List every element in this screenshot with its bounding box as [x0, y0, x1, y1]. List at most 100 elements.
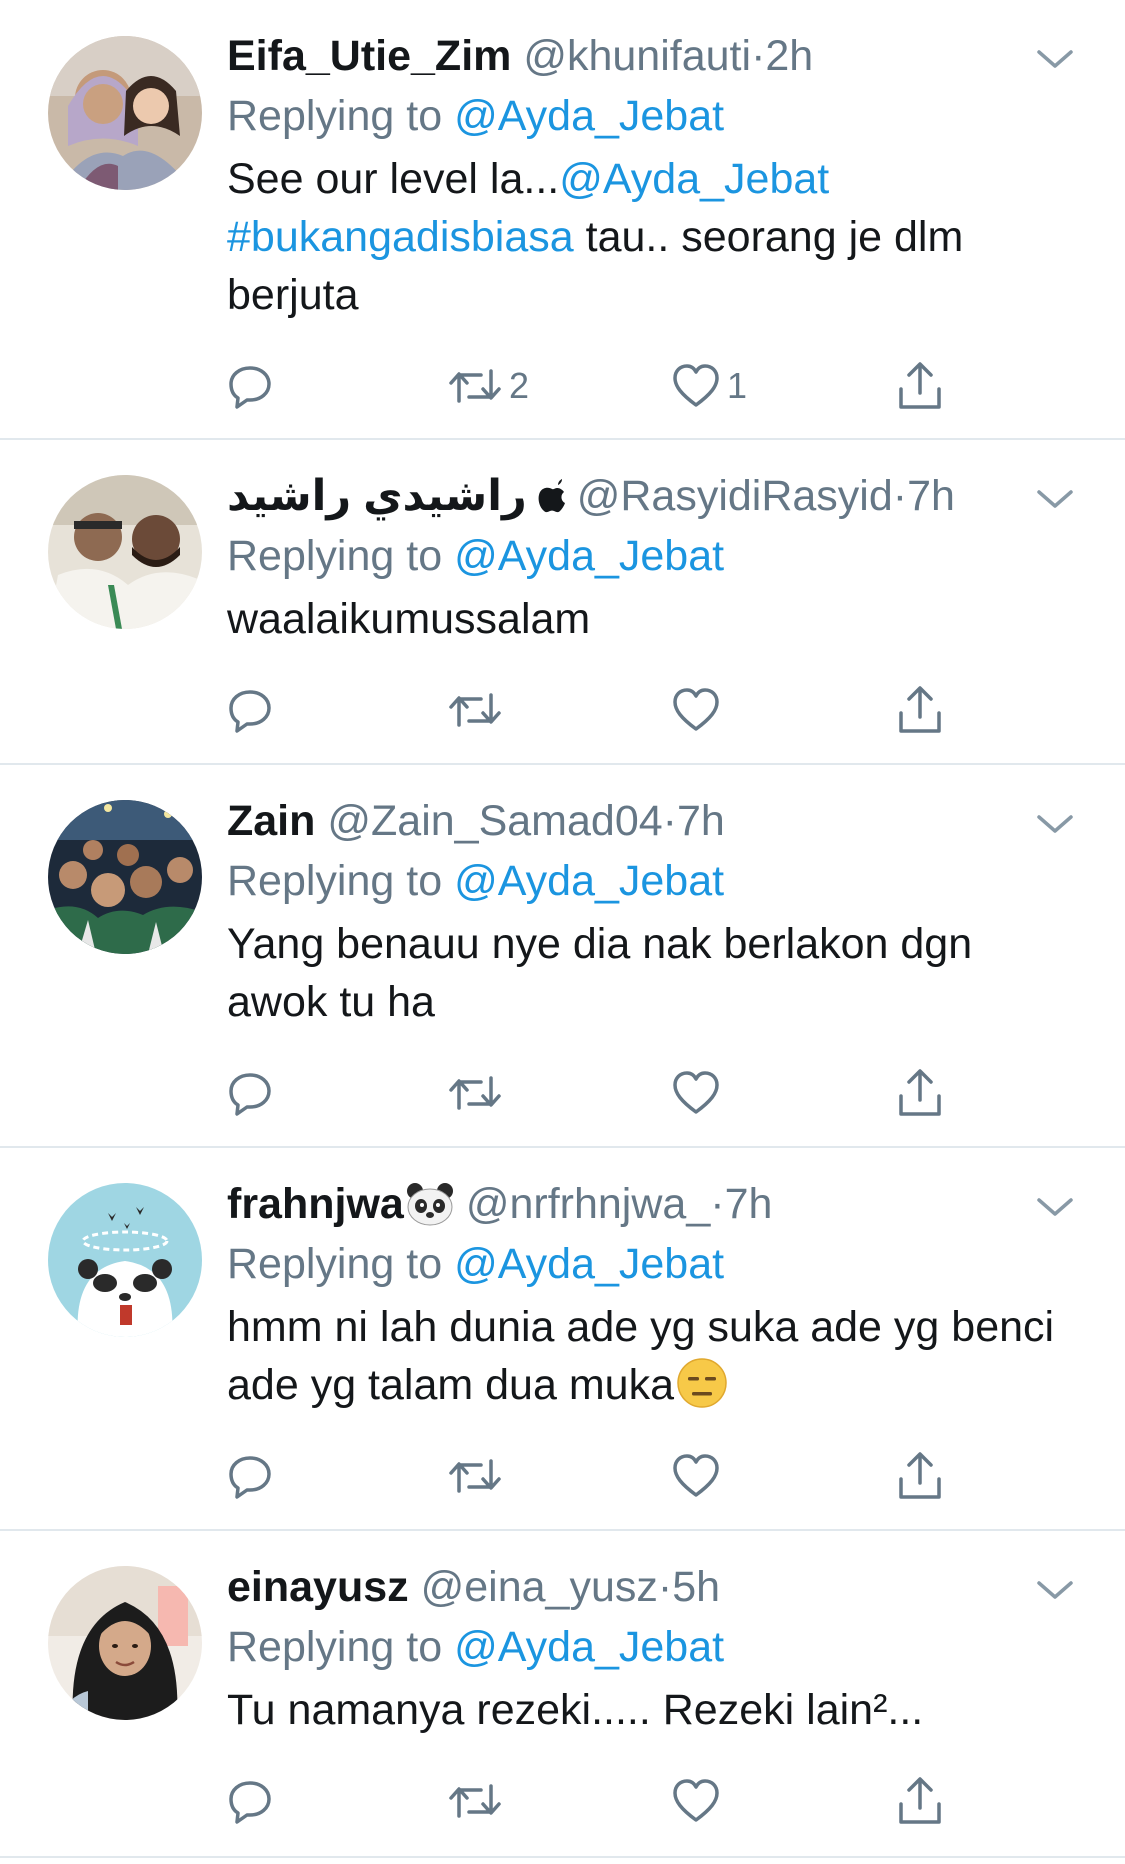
share-icon — [899, 1452, 941, 1499]
tweet-actions — [225, 1771, 985, 1831]
replying-to-mention[interactable]: @Ayda_Jebat — [454, 1240, 724, 1288]
tweet-content: راشيدي راشيد @RasyidiRasyid·7h Replying t… — [227, 466, 1065, 648]
reply-icon — [229, 1073, 271, 1116]
tweet-item[interactable]: Eifa_Utie_Zim @khunifauti·2h Replying to… — [0, 0, 1125, 440]
retweet-button[interactable] — [447, 1771, 509, 1831]
retweet-icon — [449, 693, 501, 727]
replying-to-line: Replying to @Ayda_Jebat — [227, 86, 1065, 146]
timestamp[interactable]: 7h — [677, 797, 725, 845]
replying-to-line: Replying to @Ayda_Jebat — [227, 526, 1065, 586]
reply-button[interactable] — [225, 356, 275, 416]
tweet-text: See our level la...@Ayda_Jebat #bukangad… — [227, 150, 1065, 324]
tweet-actions — [225, 1446, 985, 1506]
hashtag-link[interactable]: #bukangadisbiasa — [227, 213, 574, 261]
reply-button[interactable] — [225, 680, 275, 740]
tweet-content: Zain @Zain_Samad04·7h Replying to @Ayda_… — [227, 791, 1065, 1031]
tweet-header: einayusz @eina_yusz·5h — [227, 1557, 1065, 1617]
apple-icon — [538, 479, 565, 513]
timestamp[interactable]: 7h — [725, 1180, 773, 1228]
separator-dot: · — [892, 472, 908, 520]
avatar[interactable] — [48, 475, 202, 629]
expressionless-face-emoji — [677, 1358, 727, 1408]
avatar[interactable] — [48, 36, 202, 190]
tweet-text-part: Tu namanya rezeki..... Rezeki lain²... — [227, 1686, 924, 1734]
timestamp[interactable]: 2h — [765, 32, 813, 80]
like-button[interactable] — [671, 1771, 727, 1831]
share-icon — [899, 1069, 941, 1116]
display-name[interactable]: Zain — [227, 797, 315, 845]
replying-to-label: Replying to — [227, 1240, 443, 1288]
like-button[interactable]: 1 — [671, 356, 747, 416]
share-button[interactable] — [895, 1771, 945, 1831]
like-icon — [673, 1454, 719, 1497]
separator-dot: · — [710, 1180, 725, 1228]
timestamp[interactable]: 5h — [672, 1563, 720, 1611]
mention-link[interactable]: @Ayda_Jebat — [559, 155, 829, 203]
tweet-actions — [225, 1063, 985, 1123]
user-handle[interactable]: @nrfrhnjwa_ — [466, 1180, 710, 1228]
reply-button[interactable] — [225, 1063, 275, 1123]
retweet-button[interactable] — [447, 1063, 509, 1123]
tweet-item[interactable]: راشيدي راشيد @RasyidiRasyid·7h Replying t… — [0, 440, 1125, 765]
tweet-text: Tu namanya rezeki..... Rezeki lain²... — [227, 1681, 1065, 1739]
like-icon — [673, 688, 719, 731]
user-handle[interactable]: @Zain_Samad04 — [327, 797, 662, 845]
like-button[interactable] — [671, 1446, 727, 1506]
reply-icon — [229, 690, 271, 733]
timestamp[interactable]: 7h — [907, 472, 955, 520]
like-button[interactable] — [671, 1063, 727, 1123]
like-icon — [673, 1071, 719, 1114]
tweet-actions: 2 1 — [225, 356, 985, 416]
reply-button[interactable] — [225, 1446, 275, 1506]
tweet-header: راشيدي راشيد @RasyidiRasyid·7h — [227, 466, 1065, 526]
avatar[interactable] — [48, 1183, 202, 1337]
like-button[interactable] — [671, 680, 727, 740]
replying-to-mention[interactable]: @Ayda_Jebat — [454, 1623, 724, 1671]
share-button[interactable] — [895, 1063, 945, 1123]
display-name[interactable]: Eifa_Utie_Zim — [227, 32, 511, 80]
share-icon — [899, 362, 941, 409]
replying-to-line: Replying to @Ayda_Jebat — [227, 851, 1065, 911]
tweet-text-part: waalaikumussalam — [227, 595, 591, 643]
tweet-text: Yang benauu nye dia nak berlakon dgn awo… — [227, 915, 1065, 1031]
replying-to-label: Replying to — [227, 857, 443, 905]
replying-to-mention[interactable]: @Ayda_Jebat — [454, 92, 724, 140]
replying-to-label: Replying to — [227, 92, 443, 140]
user-handle[interactable]: @khunifauti — [523, 32, 751, 80]
display-name[interactable]: راشيدي راشيد — [227, 472, 527, 520]
reply-icon — [229, 1781, 271, 1824]
replying-to-mention[interactable]: @Ayda_Jebat — [454, 532, 724, 580]
retweet-button[interactable] — [447, 680, 509, 740]
tweet-actions — [225, 680, 985, 740]
tweet-text-part: Yang benauu nye dia nak berlakon dgn awo… — [227, 920, 973, 1026]
share-button[interactable] — [895, 356, 945, 416]
replying-to-line: Replying to @Ayda_Jebat — [227, 1617, 1065, 1677]
tweet-header: frahnjwa @nrfrhnjwa_·7h — [227, 1174, 1065, 1234]
share-button[interactable] — [895, 680, 945, 740]
tweet-text: waalaikumussalam — [227, 590, 1065, 648]
retweet-button[interactable] — [447, 1446, 509, 1506]
tweet-item[interactable]: einayusz @eina_yusz·5h Replying to @Ayda… — [0, 1531, 1125, 1858]
like-count: 1 — [727, 365, 748, 406]
separator-dot: · — [662, 797, 677, 845]
tweet-item[interactable]: frahnjwa @nrfrhnjwa_·7h Replying to @Ayda… — [0, 1148, 1125, 1531]
display-name[interactable]: einayusz — [227, 1563, 409, 1611]
like-icon — [673, 1779, 719, 1822]
tweet-text-part: hmm ni lah dunia ade yg suka ade yg benc… — [227, 1303, 1055, 1409]
retweet-icon — [449, 369, 501, 403]
user-handle[interactable]: @RasyidiRasyid — [577, 472, 893, 520]
display-name[interactable]: frahnjwa — [227, 1180, 404, 1228]
user-handle[interactable]: @eina_yusz — [421, 1563, 658, 1611]
share-button[interactable] — [895, 1446, 945, 1506]
reply-button[interactable] — [225, 1771, 275, 1831]
tweet-item[interactable]: Zain @Zain_Samad04·7h Replying to @Ayda_… — [0, 765, 1125, 1148]
replying-to-mention[interactable]: @Ayda_Jebat — [454, 857, 724, 905]
like-icon — [673, 364, 719, 407]
retweet-count: 2 — [509, 365, 530, 406]
replying-to-label: Replying to — [227, 532, 443, 580]
share-icon — [899, 1777, 941, 1824]
avatar[interactable] — [48, 1566, 202, 1720]
tweet-text-part: See our level la... — [227, 155, 560, 203]
retweet-button[interactable]: 2 — [447, 356, 529, 416]
avatar[interactable] — [48, 800, 202, 954]
